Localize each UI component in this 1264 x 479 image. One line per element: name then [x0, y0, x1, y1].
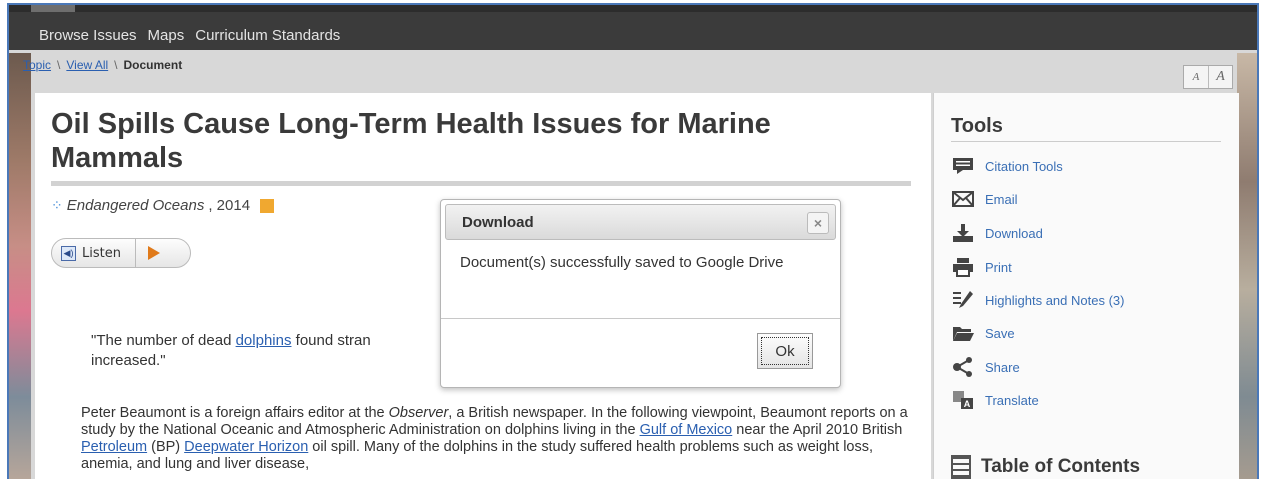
- browser-frame: Browse Issues Maps Curriculum Standards …: [7, 3, 1259, 479]
- background-photo-left: [9, 53, 31, 479]
- printer-icon: [951, 257, 975, 277]
- tool-save[interactable]: Save: [951, 323, 1015, 343]
- petroleum-link[interactable]: Petroleum: [81, 439, 147, 455]
- summary-paragraph: Peter Beaumont is a foreign affairs edit…: [81, 405, 908, 472]
- source-year: , 2014: [208, 197, 251, 214]
- tool-citation-tools[interactable]: Citation Tools: [951, 156, 1063, 176]
- nav-maps[interactable]: Maps: [148, 27, 185, 44]
- source-line: ⁘ Endangered Oceans, 2014: [51, 197, 275, 214]
- list-icon: [951, 455, 971, 479]
- text-size-small-button[interactable]: A: [1184, 66, 1208, 88]
- close-icon[interactable]: ×: [807, 212, 829, 234]
- tool-email[interactable]: Email: [951, 189, 1018, 209]
- spinner-icon: ⁘: [51, 197, 63, 213]
- speech-bubble-icon: [951, 156, 975, 176]
- ok-button[interactable]: Ok: [757, 333, 813, 369]
- title-divider: [51, 181, 911, 186]
- breadcrumb: Topic \ View All \ Document: [23, 58, 183, 72]
- source-title[interactable]: Endangered Oceans: [67, 197, 205, 214]
- envelope-icon: [951, 189, 975, 209]
- gulf-of-mexico-link[interactable]: Gulf of Mexico: [640, 422, 733, 438]
- speaker-icon: ◀): [61, 245, 76, 261]
- dialog-message: Document(s) successfully saved to Google…: [460, 254, 784, 271]
- text-size-large-button[interactable]: A: [1208, 66, 1232, 88]
- listen-button[interactable]: ◀) Listen: [51, 238, 191, 268]
- tools-title: Tools: [951, 115, 1003, 137]
- tool-translate[interactable]: A Translate: [951, 390, 1039, 410]
- tool-share[interactable]: Share: [951, 357, 1020, 377]
- page-title: Oil Spills Cause Long-Term Health Issues…: [51, 108, 771, 174]
- translate-icon: A: [951, 390, 975, 410]
- breadcrumb-view-all[interactable]: View All: [66, 58, 108, 72]
- tool-print[interactable]: Print: [951, 257, 1012, 277]
- play-icon[interactable]: [147, 246, 160, 260]
- breadcrumb-current: Document: [123, 58, 183, 72]
- background-photo-right: [1237, 53, 1257, 479]
- highlighter-icon: [951, 290, 975, 310]
- rss-icon[interactable]: [260, 198, 275, 213]
- text-size-control: A A: [1183, 65, 1233, 89]
- breadcrumb-topic[interactable]: Topic: [23, 58, 51, 72]
- download-dialog: Download × Document(s) successfully save…: [440, 199, 841, 388]
- folder-icon: [951, 323, 975, 343]
- dialog-title: Download: [462, 214, 534, 231]
- dolphins-link[interactable]: dolphins: [236, 332, 292, 349]
- tool-highlights-notes[interactable]: Highlights and Notes (3): [951, 290, 1124, 310]
- download-icon: [951, 223, 975, 243]
- deepwater-horizon-link[interactable]: Deepwater Horizon: [184, 439, 308, 455]
- dialog-header[interactable]: Download ×: [445, 204, 836, 240]
- svg-text:A: A: [964, 399, 971, 409]
- nav-curriculum-standards[interactable]: Curriculum Standards: [195, 27, 340, 44]
- nav-browse-issues[interactable]: Browse Issues: [39, 27, 137, 44]
- tool-download[interactable]: Download: [951, 223, 1043, 243]
- share-icon: [951, 357, 975, 377]
- listen-label: Listen: [82, 245, 121, 261]
- tools-panel: Tools Citation Tools Email Download Prin…: [933, 93, 1239, 479]
- top-navigation: Browse Issues Maps Curriculum Standards: [9, 5, 1257, 50]
- table-of-contents-heading[interactable]: Table of Contents: [951, 455, 1140, 479]
